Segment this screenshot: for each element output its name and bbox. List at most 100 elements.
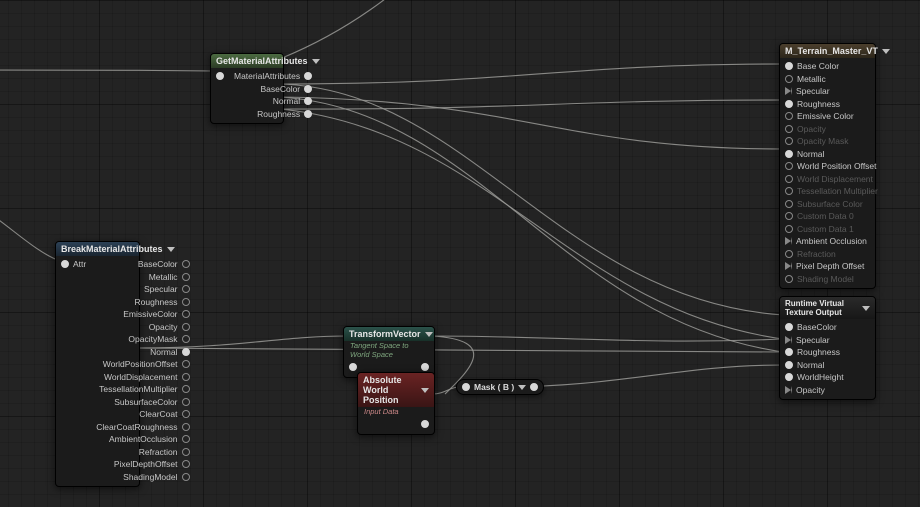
node-absolute-world-position[interactable]: Absolute World Position Input Data — [357, 372, 435, 435]
input-pin-attr[interactable]: Attr — [56, 258, 91, 271]
input-pin[interactable]: Specular — [780, 85, 875, 98]
input-pin[interactable]: Roughness — [780, 98, 875, 111]
pin-label: Shading Model — [797, 274, 854, 284]
pin-icon — [785, 112, 793, 120]
input-pin[interactable]: Refraction — [780, 248, 875, 261]
pin-label: AmbientOcclusion — [109, 434, 178, 444]
node-title: Mask ( B ) — [474, 382, 514, 392]
output-pin[interactable]: BaseColor — [91, 258, 194, 271]
output-pin[interactable]: SubsurfaceColor — [91, 396, 194, 409]
output-pin[interactable]: Opacity — [91, 321, 194, 334]
output-pin[interactable]: ShadingModel — [91, 471, 194, 484]
input-pin[interactable]: Normal — [780, 359, 875, 372]
pin-label: Refraction — [139, 447, 178, 457]
pin-icon — [182, 323, 190, 331]
pin-icon — [182, 273, 190, 281]
input-pin[interactable]: WorldHeight — [780, 371, 875, 384]
input-pin[interactable]: Tessellation Multiplier — [780, 185, 875, 198]
output-pin-roughness[interactable]: Roughness — [229, 108, 317, 121]
output-pin-base-color[interactable]: BaseColor — [229, 83, 317, 96]
input-pin[interactable]: Shading Model — [780, 273, 875, 286]
pin-icon — [785, 348, 793, 356]
node-runtime-virtual-texture-output[interactable]: Runtime Virtual Texture Output BaseColor… — [779, 296, 876, 400]
input-pin[interactable]: Pixel Depth Offset — [780, 260, 875, 273]
input-pin[interactable]: Base Color — [780, 60, 875, 73]
output-pin[interactable]: EmissiveColor — [91, 308, 194, 321]
node-header[interactable]: BreakMaterialAttributes — [56, 242, 139, 256]
output-pin-material-attributes[interactable]: MaterialAttributes — [229, 70, 317, 83]
node-title: GetMaterialAttributes — [216, 56, 308, 66]
pin-label: Subsurface Color — [797, 199, 863, 209]
input-pin[interactable]: Opacity Mask — [780, 135, 875, 148]
node-header[interactable]: Absolute World Position — [358, 373, 434, 407]
node-m-terrain-master-vt[interactable]: M_Terrain_Master_VT Base ColorMetallic Sp… — [779, 43, 876, 289]
node-break-material-attributes[interactable]: BreakMaterialAttributes Attr BaseColorMe… — [55, 241, 140, 487]
pin-icon — [182, 385, 190, 393]
pin-label: Specular — [796, 86, 830, 96]
node-get-material-attributes[interactable]: GetMaterialAttributes MaterialAttributes… — [210, 53, 284, 124]
pin-label: SubsurfaceColor — [114, 397, 177, 407]
output-pin[interactable]: Roughness — [91, 296, 194, 309]
pin-icon — [182, 448, 190, 456]
input-pin[interactable]: Ambient Occlusion — [780, 235, 875, 248]
pin-icon — [462, 383, 470, 391]
pin-label: Specular — [144, 284, 178, 294]
pin-label: OpacityMask — [128, 334, 177, 344]
pin-label: Normal — [797, 360, 824, 370]
node-header[interactable]: Runtime Virtual Texture Output — [780, 297, 875, 319]
input-pin[interactable]: World Displacement — [780, 173, 875, 186]
pin-label: BaseColor — [138, 259, 178, 269]
output-pin[interactable]: PixelDepthOffset — [91, 458, 194, 471]
input-pin[interactable]: Opacity — [780, 123, 875, 136]
pin-icon — [304, 97, 312, 105]
pin-label: Metallic — [797, 74, 826, 84]
input-pin[interactable]: Custom Data 1 — [780, 223, 875, 236]
input-pin[interactable]: Emissive Color — [780, 110, 875, 123]
output-pin[interactable]: OpacityMask — [91, 333, 194, 346]
node-header[interactable]: M_Terrain_Master_VT — [780, 44, 875, 58]
node-graph-canvas[interactable]: GetMaterialAttributes MaterialAttributes… — [0, 0, 920, 507]
pin-icon — [182, 398, 190, 406]
node-mask-b[interactable]: Mask ( B ) — [456, 379, 544, 395]
pin-icon — [182, 360, 190, 368]
pin-icon — [785, 137, 793, 145]
pin-icon — [785, 237, 792, 245]
output-pin[interactable]: Normal — [91, 346, 194, 359]
pin-label: Opacity — [149, 322, 178, 332]
chevron-down-icon — [862, 306, 870, 311]
output-pin[interactable]: ClearCoatRoughness — [91, 421, 194, 434]
input-pin[interactable]: BaseColor — [780, 321, 875, 334]
input-pin[interactable]: Roughness — [780, 346, 875, 359]
output-pin[interactable] — [396, 418, 434, 431]
output-pin[interactable]: Refraction — [91, 446, 194, 459]
input-pin[interactable]: World Position Offset — [780, 160, 875, 173]
output-pin[interactable]: ClearCoat — [91, 408, 194, 421]
input-pin[interactable]: Specular — [780, 334, 875, 347]
pin-icon — [785, 225, 793, 233]
output-pin[interactable]: AmbientOcclusion — [91, 433, 194, 446]
pin-icon — [421, 363, 429, 371]
pin-label: Opacity Mask — [797, 136, 849, 146]
node-header[interactable]: TransformVector — [344, 327, 434, 341]
pin-label: World Displacement — [797, 174, 873, 184]
output-pin-normal[interactable]: Normal — [229, 95, 317, 108]
pin-icon — [785, 75, 793, 83]
output-pin[interactable]: Specular — [91, 283, 194, 296]
output-pin[interactable]: WorldPositionOffset — [91, 358, 194, 371]
node-header[interactable]: GetMaterialAttributes — [211, 54, 283, 68]
pin-icon — [182, 423, 190, 431]
chevron-down-icon — [425, 332, 433, 337]
pin-icon — [785, 162, 793, 170]
input-pin[interactable]: Custom Data 0 — [780, 210, 875, 223]
input-pin[interactable] — [211, 70, 229, 83]
input-pin[interactable]: Subsurface Color — [780, 198, 875, 211]
output-pin[interactable]: WorldDisplacement — [91, 371, 194, 384]
output-pin[interactable]: Metallic — [91, 271, 194, 284]
input-pin[interactable]: Opacity — [780, 384, 875, 397]
output-pin[interactable]: TessellationMultiplier — [91, 383, 194, 396]
input-pin[interactable]: Normal — [780, 148, 875, 161]
pin-icon — [785, 262, 792, 270]
pin-label: ClearCoatRoughness — [96, 422, 177, 432]
input-pin[interactable]: Metallic — [780, 73, 875, 86]
node-transform-vector[interactable]: TransformVector Tangent Space to World S… — [343, 326, 435, 378]
